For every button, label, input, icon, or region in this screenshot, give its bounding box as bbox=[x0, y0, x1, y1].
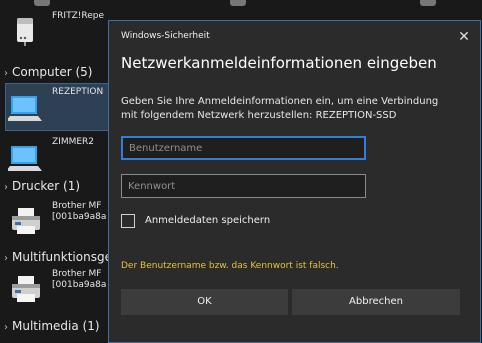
network-item-label: FRITZ!Repe bbox=[52, 11, 104, 21]
group-label: Computer (5) bbox=[12, 65, 93, 79]
computer-icon bbox=[8, 96, 42, 121]
remember-checkbox[interactable] bbox=[121, 214, 135, 228]
group-label: Multifunktionsge bbox=[12, 250, 112, 264]
printer-name: Brother MF bbox=[52, 201, 102, 211]
network-item-multifunction[interactable]: Brother MF [001ba9a8a bbox=[6, 266, 110, 312]
network-item-label: REZEPTION bbox=[52, 87, 104, 97]
network-item-zimmer2[interactable]: ZIMMER2 bbox=[6, 134, 110, 180]
device-icon bbox=[34, 0, 50, 6]
remember-label: Anmeldedaten speichern bbox=[145, 215, 271, 226]
printer-name: Brother MF bbox=[52, 269, 102, 279]
chevron-right-icon: › bbox=[4, 68, 8, 79]
router-icon bbox=[17, 18, 33, 46]
dialog-window-title: Windows-Sicherheit bbox=[121, 31, 210, 41]
group-label: Drucker (1) bbox=[12, 179, 81, 193]
network-item-label: ZIMMER2 bbox=[52, 137, 95, 147]
ok-button[interactable]: OK bbox=[121, 289, 288, 315]
group-header-multimedia[interactable]: › Multimedia (1) bbox=[0, 315, 120, 337]
dialog-titlebar: Windows-Sicherheit ✕ bbox=[109, 21, 480, 51]
printer-icon bbox=[12, 276, 40, 302]
dialog-description: Geben Sie Ihre Anmeldeinformationen ein,… bbox=[121, 95, 461, 123]
error-message: Der Benutzername bzw. das Kennwort ist f… bbox=[121, 261, 339, 271]
printer-address: [001ba9a8a bbox=[52, 212, 107, 222]
device-icon bbox=[420, 0, 436, 6]
group-header-drucker[interactable]: › Drucker (1) bbox=[0, 175, 120, 197]
description-line: mit folgendem Netzwerk herzustellen: REZ… bbox=[121, 110, 397, 121]
network-item-fritz[interactable]: FRITZ!Repe bbox=[6, 8, 110, 54]
close-icon[interactable]: ✕ bbox=[454, 27, 474, 47]
device-icon bbox=[230, 0, 246, 6]
password-input[interactable] bbox=[121, 174, 366, 198]
group-header-multifunktion[interactable]: › Multifunktionsge bbox=[0, 246, 120, 268]
description-line: Geben Sie Ihre Anmeldeinformationen ein,… bbox=[121, 96, 439, 107]
network-item-label: Brother MF [001ba9a8a bbox=[52, 201, 110, 223]
chevron-right-icon: › bbox=[4, 322, 8, 333]
computer-icon bbox=[8, 146, 42, 171]
network-item-printer[interactable]: Brother MF [001ba9a8a bbox=[6, 198, 110, 244]
group-label: Multimedia (1) bbox=[12, 319, 100, 333]
group-header-computer[interactable]: › Computer (5) bbox=[0, 61, 120, 83]
printer-address: [001ba9a8a bbox=[52, 280, 107, 290]
chevron-right-icon: › bbox=[4, 182, 8, 193]
printer-icon bbox=[12, 208, 40, 234]
credential-dialog: Windows-Sicherheit ✕ Netzwerkanmeldeinfo… bbox=[108, 20, 481, 343]
cancel-button[interactable]: Abbrechen bbox=[292, 289, 460, 315]
username-input[interactable] bbox=[121, 136, 366, 160]
dialog-heading: Netzwerkanmeldeinformationen eingeben bbox=[121, 54, 437, 72]
network-item-rezeption[interactable]: REZEPTION bbox=[5, 83, 111, 131]
network-item-label: Brother MF [001ba9a8a bbox=[52, 269, 110, 291]
